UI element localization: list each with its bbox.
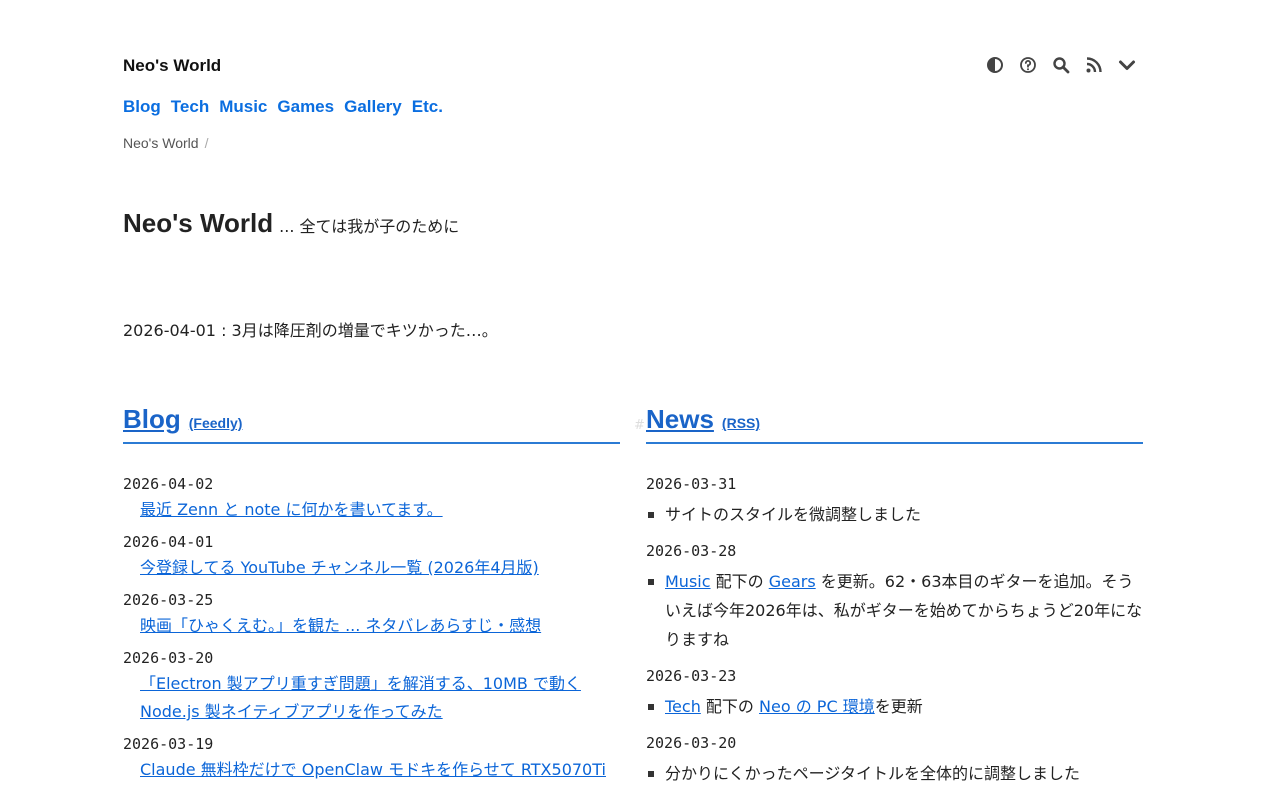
breadcrumb-separator: / <box>204 135 209 151</box>
feedly-link[interactable]: (Feedly) <box>189 415 243 431</box>
header-toolbar <box>984 52 1138 78</box>
list-item: 2026-03-20 分かりにくかったページタイトルを全体的に調整しました <box>646 731 1143 788</box>
entry-date: 2026-03-25 <box>123 591 214 609</box>
main-nav: Blog Tech Music Games Gallery Etc. <box>123 97 443 117</box>
entry-link[interactable]: Claude 無料枠だけで OpenClaw モドキを作らせて RTX5070T… <box>140 756 620 784</box>
breadcrumb-home[interactable]: Neo's World <box>123 135 199 151</box>
entry-link[interactable]: 映画「ひゃくえむ。」を観た ... ネタバレあらすじ・感想 <box>140 612 620 640</box>
blog-list: 2026-04-02 最近 Zenn と note に何かを書いてます。 202… <box>123 472 620 784</box>
page-hero: Neo's World ... 全ては我が子のために <box>123 208 459 239</box>
search-icon[interactable] <box>1050 52 1072 78</box>
list-item: 2026-03-28 Music 配下の Gears を更新。62・63本目のギ… <box>646 539 1143 654</box>
news-item: Tech 配下の Neo の PC 環境を更新 <box>646 692 1143 721</box>
nav-blog[interactable]: Blog <box>123 97 161 117</box>
site-title[interactable]: Neo's World <box>123 56 221 76</box>
tech-link[interactable]: Tech <box>665 697 701 716</box>
news-item: Music 配下の Gears を更新。62・63本目のギターを追加。そういえば… <box>646 567 1143 654</box>
rss-link[interactable]: (RSS) <box>722 415 760 431</box>
nav-gallery[interactable]: Gallery <box>344 97 402 117</box>
list-item: 2026-04-02 最近 Zenn と note に何かを書いてます。 <box>123 472 620 524</box>
entry-date: 2026-03-19 <box>123 735 214 753</box>
entry-link[interactable]: 最近 Zenn と note に何かを書いてます。 <box>140 496 620 524</box>
entry-link[interactable]: 「Electron 製アプリ重すぎ問題」を解消する、10MB で動く Node.… <box>140 670 620 726</box>
help-icon[interactable] <box>1017 52 1039 78</box>
news-item-text: サイトのスタイルを微調整しました <box>646 500 1143 529</box>
music-link[interactable]: Music <box>665 572 711 591</box>
page-title: Neo's World <box>123 208 274 238</box>
anchor-icon: # <box>634 418 645 433</box>
news-list: 2026-03-31 サイトのスタイルを微調整しました 2026-03-28 M… <box>646 472 1143 788</box>
nav-music[interactable]: Music <box>219 97 267 117</box>
rss-icon[interactable] <box>1083 52 1105 78</box>
list-item: 2026-03-25 映画「ひゃくえむ。」を観た ... ネタバレあらすじ・感想 <box>123 588 620 640</box>
blog-section: Blog (Feedly) 2026-04-02 最近 Zenn と note … <box>123 404 620 790</box>
nav-etc[interactable]: Etc. <box>412 97 443 117</box>
list-item: 2026-04-01 今登録してる YouTube チャンネル一覧 (2026年… <box>123 530 620 582</box>
entry-date: 2026-03-28 <box>646 542 737 560</box>
news-heading-link[interactable]: News <box>646 404 714 435</box>
breadcrumb: Neo's World / <box>123 135 208 151</box>
blog-heading-link[interactable]: Blog <box>123 404 181 435</box>
news-item-text: 分かりにくかったページタイトルを全体的に調整しました <box>646 759 1143 788</box>
chevron-down-icon[interactable] <box>1116 52 1138 78</box>
news-item-text: 配下の <box>700 697 760 716</box>
contrast-icon[interactable] <box>984 52 1006 78</box>
page-subtitle: ... 全ては我が子のために <box>279 217 460 236</box>
list-item: 2026-03-23 Tech 配下の Neo の PC 環境を更新 <box>646 664 1143 721</box>
entry-date: 2026-03-20 <box>646 734 737 752</box>
pc-env-link[interactable]: Neo の PC 環境 <box>759 697 875 716</box>
list-item: 2026-03-20 「Electron 製アプリ重すぎ問題」を解消する、10M… <box>123 646 620 726</box>
nav-tech[interactable]: Tech <box>171 97 209 117</box>
list-item: 2026-03-31 サイトのスタイルを微調整しました <box>646 472 1143 529</box>
news-header: # News (RSS) <box>634 404 1143 444</box>
news-item-text: を更新 <box>874 697 923 716</box>
news-section: # News (RSS) 2026-03-31 サイトのスタイルを微調整しました… <box>634 404 1143 798</box>
notice-text: 2026-04-01 : 3月は降圧剤の増量でキツかった…。 <box>123 321 498 340</box>
entry-date: 2026-03-20 <box>123 649 214 667</box>
list-item: 2026-03-19 Claude 無料枠だけで OpenClaw モドキを作ら… <box>123 732 620 784</box>
gears-link[interactable]: Gears <box>769 572 816 591</box>
entry-date: 2026-03-23 <box>646 667 737 685</box>
entry-link[interactable]: 今登録してる YouTube チャンネル一覧 (2026年4月版) <box>140 554 620 582</box>
entry-date: 2026-03-31 <box>646 475 737 493</box>
blog-header: Blog (Feedly) <box>123 404 620 444</box>
news-item-text: 配下の <box>710 572 769 591</box>
entry-date: 2026-04-01 <box>123 533 214 551</box>
entry-date: 2026-04-02 <box>123 475 214 493</box>
nav-games[interactable]: Games <box>277 97 334 117</box>
